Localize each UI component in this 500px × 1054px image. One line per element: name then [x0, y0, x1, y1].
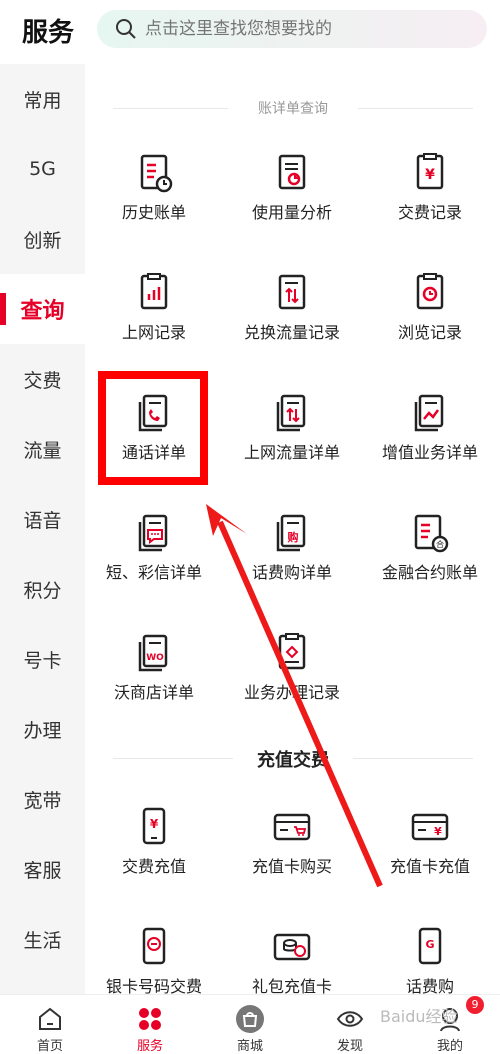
nav-service[interactable]: 服务 [100, 995, 200, 1054]
service-record-item[interactable]: 业务办理记录 [223, 632, 361, 732]
eye-icon [336, 1011, 364, 1027]
service-grid-icon [139, 1008, 161, 1030]
highlight-box [98, 371, 208, 485]
shopping-bag-icon [236, 1005, 264, 1033]
svg-text:合: 合 [436, 539, 444, 549]
sidebar: 常用 5G 创新 查询 交费 流量 语音 积分 号卡 办理 宽带 客服 生活 [0, 64, 85, 994]
nav-home[interactable]: 首页 [0, 995, 100, 1054]
exchange-data-item[interactable]: 兑换流量记录 [223, 272, 361, 372]
section-title-recharge: 充值交费 [113, 746, 473, 772]
phone-minus-icon [142, 927, 166, 965]
card-recharge-item[interactable]: ¥ 充值卡充值 [361, 806, 499, 906]
sidebar-item-sim[interactable]: 号卡 [0, 624, 85, 694]
search-icon [116, 19, 136, 39]
svg-text:WO: WO [146, 653, 164, 663]
item-label: 话费购详单 [251, 563, 332, 582]
svg-text:G: G [425, 938, 434, 951]
wo-store-icon: WO [138, 634, 168, 672]
sidebar-item-points[interactable]: 积分 [0, 554, 85, 624]
item-label: 交费记录 [397, 203, 462, 222]
search-input[interactable] [145, 19, 445, 39]
sidebar-item-query[interactable]: 查询 [0, 274, 85, 344]
browse-record-icon [416, 273, 444, 310]
nav-label: 服务 [136, 1039, 163, 1054]
sidebar-item-innovation[interactable]: 创新 [0, 204, 85, 274]
pay-recharge-item[interactable]: ¥ 交费充值 [85, 806, 223, 906]
item-label: 兑换流量记录 [243, 323, 340, 342]
main-content: 账详单查询 历史账单 使用量分析 ¥ 交费记录 上网记录 兑换流量记录 浏览记录… [85, 64, 500, 996]
exchange-data-icon [278, 274, 306, 310]
item-label: 上网记录 [121, 323, 186, 342]
card-yuan-icon: ¥ [411, 813, 449, 841]
nav-label: 发现 [336, 1039, 363, 1054]
finance-contract-item[interactable]: 合 金融合约账单 [361, 512, 499, 612]
sidebar-item-service[interactable]: 客服 [0, 834, 85, 904]
internet-record-icon [140, 273, 168, 310]
section-title-bills: 账详单查询 [113, 98, 473, 118]
nav-label: 商城 [236, 1039, 263, 1054]
svg-text:¥: ¥ [434, 825, 442, 838]
nav-mall[interactable]: 商城 [200, 995, 300, 1054]
value-added-item[interactable]: 增值业务详单 [361, 392, 499, 492]
item-label: 历史账单 [121, 203, 186, 222]
wo-store-item[interactable]: WO 沃商店详单 [85, 632, 223, 732]
phone-g-icon: G [418, 927, 442, 965]
item-label: 沃商店详单 [113, 683, 194, 702]
watermark: Baidu经验 [380, 1007, 458, 1026]
item-label: 充值卡充值 [389, 857, 470, 876]
item-label: 交费充值 [121, 857, 186, 876]
finance-contract-icon: 合 [414, 514, 449, 553]
sidebar-item-life[interactable]: 生活 [0, 904, 85, 974]
search-bar[interactable] [97, 10, 487, 48]
sidebar-item-handle[interactable]: 办理 [0, 694, 85, 764]
card-coin-icon [273, 933, 311, 961]
home-icon [39, 1007, 61, 1030]
payment-record-icon: ¥ [416, 153, 444, 190]
nav-label: 我的 [436, 1039, 463, 1054]
sms-detail-icon [138, 514, 168, 552]
payment-record-item[interactable]: ¥ 交费记录 [361, 152, 499, 252]
nav-label: 首页 [36, 1039, 63, 1054]
value-added-icon [414, 394, 444, 432]
sidebar-item-data[interactable]: 流量 [0, 414, 85, 484]
item-label: 业务办理记录 [243, 683, 340, 702]
internet-record-item[interactable]: 上网记录 [85, 272, 223, 372]
browse-record-item[interactable]: 浏览记录 [361, 272, 499, 372]
item-label: 上网流量详单 [243, 443, 340, 462]
purchase-detail-item[interactable]: 购 话费购详单 [223, 512, 361, 612]
data-detail-icon [276, 394, 306, 432]
page-title: 服务 [22, 18, 75, 48]
service-record-icon [278, 633, 306, 670]
item-label: 短、彩信详单 [105, 563, 202, 582]
sidebar-item-payment[interactable]: 交费 [0, 344, 85, 414]
history-bill-item[interactable]: 历史账单 [85, 152, 223, 252]
buy-card-item[interactable]: 充值卡购买 [223, 806, 361, 906]
sidebar-item-broadband[interactable]: 宽带 [0, 764, 85, 834]
purchase-detail-icon: 购 [276, 514, 306, 552]
item-label: 浏览记录 [397, 323, 462, 342]
card-cart-icon [273, 813, 311, 841]
sms-detail-item[interactable]: 短、彩信详单 [85, 512, 223, 612]
item-label: 充值卡购买 [251, 857, 332, 876]
history-bill-icon [140, 154, 173, 193]
data-detail-item[interactable]: 上网流量详单 [223, 392, 361, 492]
item-label: 增值业务详单 [381, 443, 478, 462]
item-label: 金融合约账单 [381, 563, 478, 582]
usage-analysis-item[interactable]: 使用量分析 [223, 152, 361, 252]
item-label: 使用量分析 [251, 203, 332, 222]
sidebar-item-common[interactable]: 常用 [0, 64, 85, 134]
usage-analysis-icon [278, 154, 306, 190]
notification-badge: 9 [466, 996, 484, 1014]
svg-text:¥: ¥ [425, 167, 435, 183]
phone-yuan-icon: ¥ [142, 807, 166, 845]
sidebar-item-voice[interactable]: 语音 [0, 484, 85, 554]
sidebar-item-5g[interactable]: 5G [0, 134, 85, 204]
top-bar: 服务 [0, 0, 500, 64]
svg-text:购: 购 [288, 530, 299, 544]
svg-text:¥: ¥ [150, 817, 159, 831]
